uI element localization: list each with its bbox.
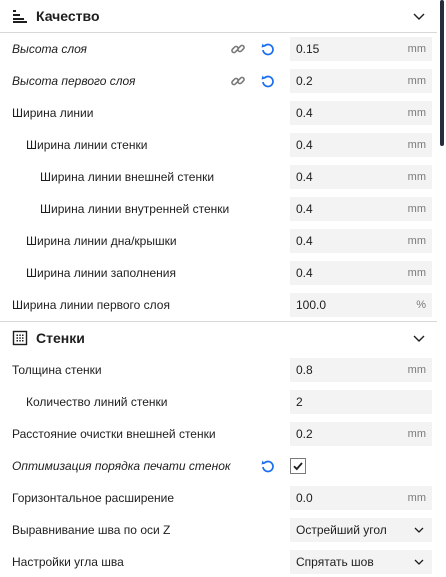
setting-label: Ширина линии первого слоя <box>12 298 170 312</box>
reset-icon[interactable] <box>260 73 276 89</box>
wall-line-count-input[interactable]: 2 <box>290 390 432 414</box>
field-value: 0.15 <box>296 42 320 56</box>
setting-row-wall-thickness: Толщина стенки 0.8 mm <box>0 354 437 386</box>
scrollbar-thumb[interactable] <box>440 0 444 146</box>
field-value: 0.2 <box>296 427 313 441</box>
initial-layer-height-input[interactable]: 0.2 mm <box>290 69 432 93</box>
field-value: 100.0 <box>296 298 327 312</box>
setting-label: Настройки угла шва <box>12 555 124 569</box>
field-unit: mm <box>407 492 426 504</box>
field-value: 0.4 <box>296 170 313 184</box>
select-value: Спрятать шов <box>296 555 374 569</box>
setting-row-initial-layer-line-width: Ширина линии первого слоя 100.0 % <box>0 289 437 321</box>
setting-label: Ширина линии внешней стенки <box>40 170 215 184</box>
inner-wall-line-width-input[interactable]: 0.4 mm <box>290 197 432 221</box>
setting-row-outer-wall-line-width: Ширина линии внешней стенки 0.4 mm <box>0 161 437 193</box>
walls-icon <box>12 330 28 346</box>
field-unit: mm <box>407 267 426 279</box>
field-unit: mm <box>407 428 426 440</box>
field-unit: mm <box>407 107 426 119</box>
setting-label: Количество линий стенки <box>26 395 168 409</box>
field-value: 0.4 <box>296 106 313 120</box>
field-value: 0.2 <box>296 74 313 88</box>
setting-label: Ширина линии дна/крышки <box>26 234 177 248</box>
field-value: 0.8 <box>296 363 313 377</box>
link-icon[interactable] <box>230 73 246 89</box>
wall-line-width-input[interactable]: 0.4 mm <box>290 133 432 157</box>
setting-label: Высота первого слоя <box>12 74 136 88</box>
reset-icon[interactable] <box>260 41 276 57</box>
field-unit: % <box>416 299 426 311</box>
settings-panel: Качество Высота слоя 0.15 mm Высота перв… <box>0 0 437 577</box>
setting-label: Расстояние очистки внешней стенки <box>12 427 216 441</box>
setting-row-top-bottom-line-width: Ширина линии дна/крышки 0.4 mm <box>0 225 437 257</box>
chevron-down-icon[interactable] <box>411 330 427 346</box>
line-width-input[interactable]: 0.4 mm <box>290 101 432 125</box>
field-unit: mm <box>407 43 426 55</box>
outer-wall-wipe-distance-input[interactable]: 0.2 mm <box>290 422 432 446</box>
setting-label: Высота слоя <box>12 42 87 56</box>
section-title-quality: Качество <box>36 8 100 24</box>
checkmark-icon <box>293 462 303 471</box>
setting-row-outer-wall-wipe-distance: Расстояние очистки внешней стенки 0.2 mm <box>0 418 437 450</box>
link-icon[interactable] <box>230 41 246 57</box>
setting-label: Ширина линии внутренней стенки <box>40 202 230 216</box>
field-value: 0.4 <box>296 138 313 152</box>
wall-thickness-input[interactable]: 0.8 mm <box>290 358 432 382</box>
setting-label: Ширина линии стенки <box>26 138 148 152</box>
field-value: 0.4 <box>296 202 313 216</box>
setting-row-horizontal-expansion: Горизонтальное расширение 0.0 mm <box>0 482 437 514</box>
top-bottom-line-width-input[interactable]: 0.4 mm <box>290 229 432 253</box>
infill-line-width-input[interactable]: 0.4 mm <box>290 261 432 285</box>
optimize-wall-order-checkbox[interactable] <box>290 458 306 474</box>
select-value: Острейший угол <box>296 523 387 537</box>
setting-row-optimize-wall-order: Оптимизация порядка печати стенок <box>0 450 437 482</box>
field-unit: mm <box>407 171 426 183</box>
field-value: 2 <box>296 395 303 409</box>
setting-label: Толщина стенки <box>12 363 102 377</box>
section-header-walls[interactable]: Стенки <box>0 322 437 354</box>
seam-corner-preference-select[interactable]: Спрятать шов <box>290 550 432 574</box>
setting-row-seam-corner-preference: Настройки угла шва Спрятать шов <box>0 546 437 577</box>
setting-row-inner-wall-line-width: Ширина линии внутренней стенки 0.4 mm <box>0 193 437 225</box>
field-value: 0.4 <box>296 266 313 280</box>
section-header-quality[interactable]: Качество <box>0 0 437 32</box>
quality-icon <box>12 8 28 24</box>
setting-label: Выравнивание шва по оси Z <box>12 523 171 537</box>
field-unit: mm <box>407 235 426 247</box>
setting-row-line-width: Ширина линии 0.4 mm <box>0 97 437 129</box>
horizontal-expansion-input[interactable]: 0.0 mm <box>290 486 432 510</box>
initial-layer-line-width-input[interactable]: 100.0 % <box>290 293 432 317</box>
setting-label: Оптимизация порядка печати стенок <box>12 459 231 473</box>
setting-row-wall-line-count: Количество линий стенки 2 <box>0 386 437 418</box>
field-unit: mm <box>407 75 426 87</box>
outer-wall-line-width-input[interactable]: 0.4 mm <box>290 165 432 189</box>
field-unit: mm <box>407 139 426 151</box>
setting-label: Горизонтальное расширение <box>12 491 175 505</box>
field-value: 0.4 <box>296 234 313 248</box>
field-unit: mm <box>407 364 426 376</box>
setting-row-initial-layer-height: Высота первого слоя 0.2 mm <box>0 65 437 97</box>
chevron-down-icon[interactable] <box>411 8 427 24</box>
setting-row-wall-line-width: Ширина линии стенки 0.4 mm <box>0 129 437 161</box>
scrollbar[interactable] <box>437 0 446 577</box>
section-title-walls: Стенки <box>36 330 85 346</box>
setting-row-layer-height: Высота слоя 0.15 mm <box>0 33 437 65</box>
reset-icon[interactable] <box>260 458 276 474</box>
setting-row-z-seam-alignment: Выравнивание шва по оси Z Острейший угол <box>0 514 437 546</box>
z-seam-alignment-select[interactable]: Острейший угол <box>290 518 432 542</box>
chevron-down-icon <box>412 523 426 537</box>
setting-label: Ширина линии <box>12 106 94 120</box>
field-unit: mm <box>407 203 426 215</box>
layer-height-input[interactable]: 0.15 mm <box>290 37 432 61</box>
field-value: 0.0 <box>296 491 313 505</box>
chevron-down-icon <box>412 555 426 569</box>
setting-label: Ширина линии заполнения <box>26 266 176 280</box>
setting-row-infill-line-width: Ширина линии заполнения 0.4 mm <box>0 257 437 289</box>
